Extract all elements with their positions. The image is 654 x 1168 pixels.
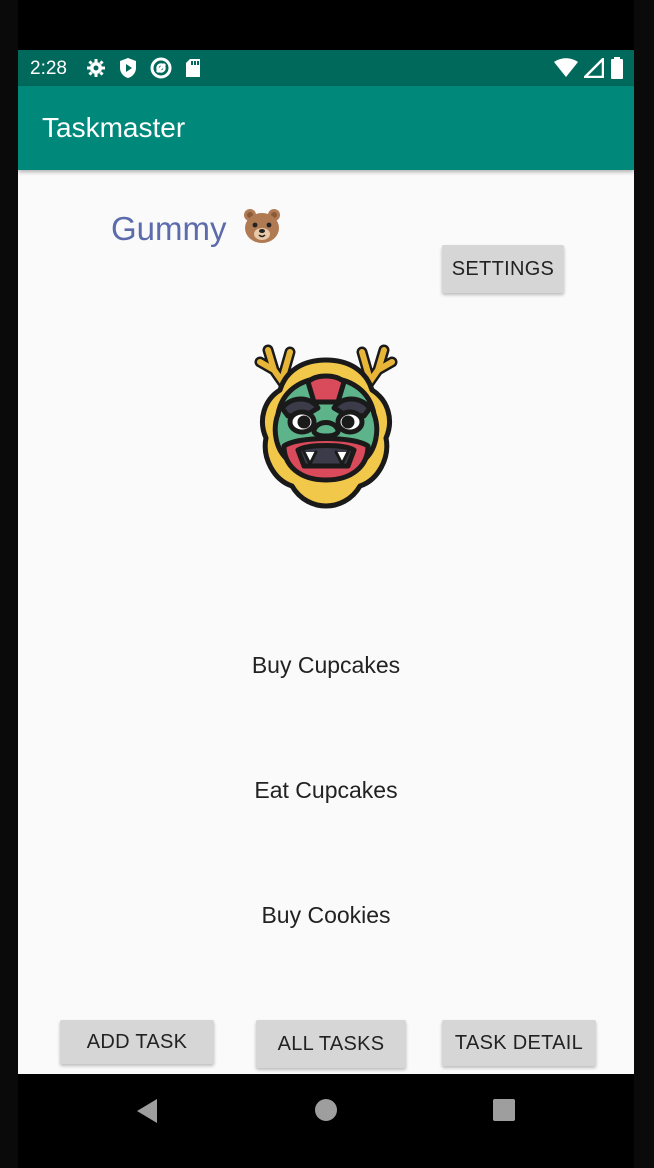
user-greeting: Gummy bbox=[111, 206, 282, 248]
battery-icon bbox=[611, 57, 623, 79]
sync-circle-icon bbox=[150, 57, 172, 79]
gear-icon bbox=[87, 59, 105, 77]
dragon-mask-icon bbox=[254, 344, 398, 509]
all-tasks-button[interactable]: ALL TASKS bbox=[256, 1020, 406, 1068]
device-bezel-left bbox=[0, 0, 18, 1168]
device-bezel-right bbox=[634, 0, 654, 1168]
app-title: Taskmaster bbox=[42, 112, 186, 143]
status-icons-left bbox=[86, 57, 202, 79]
shield-play-icon bbox=[120, 58, 136, 78]
back-icon[interactable] bbox=[136, 1098, 158, 1124]
add-task-button[interactable]: ADD TASK bbox=[60, 1020, 214, 1064]
home-icon[interactable] bbox=[315, 1099, 337, 1121]
task-detail-button[interactable]: TASK DETAIL bbox=[442, 1020, 596, 1066]
task-item-3[interactable]: Buy Cookies bbox=[18, 902, 634, 929]
app-bar: Taskmaster bbox=[18, 86, 634, 170]
signal-icon bbox=[584, 58, 604, 78]
greeting-name: Gummy bbox=[111, 210, 227, 247]
task-item-1[interactable]: Buy Cupcakes bbox=[18, 652, 634, 679]
settings-button[interactable]: SETTINGS bbox=[442, 245, 564, 293]
bear-face-icon bbox=[243, 209, 280, 243]
system-nav-bar bbox=[18, 1074, 634, 1168]
wifi-icon bbox=[554, 58, 578, 77]
task-item-2[interactable]: Eat Cupcakes bbox=[18, 777, 634, 804]
app-screen: 2:28 Taskmaster Gummy SETTINGS Buy Cupca… bbox=[18, 50, 634, 1074]
status-time: 2:28 bbox=[30, 58, 67, 79]
recents-icon[interactable] bbox=[493, 1099, 515, 1121]
sd-card-icon bbox=[186, 59, 200, 77]
status-bar: 2:28 bbox=[18, 50, 634, 86]
status-icons-right bbox=[554, 57, 624, 79]
